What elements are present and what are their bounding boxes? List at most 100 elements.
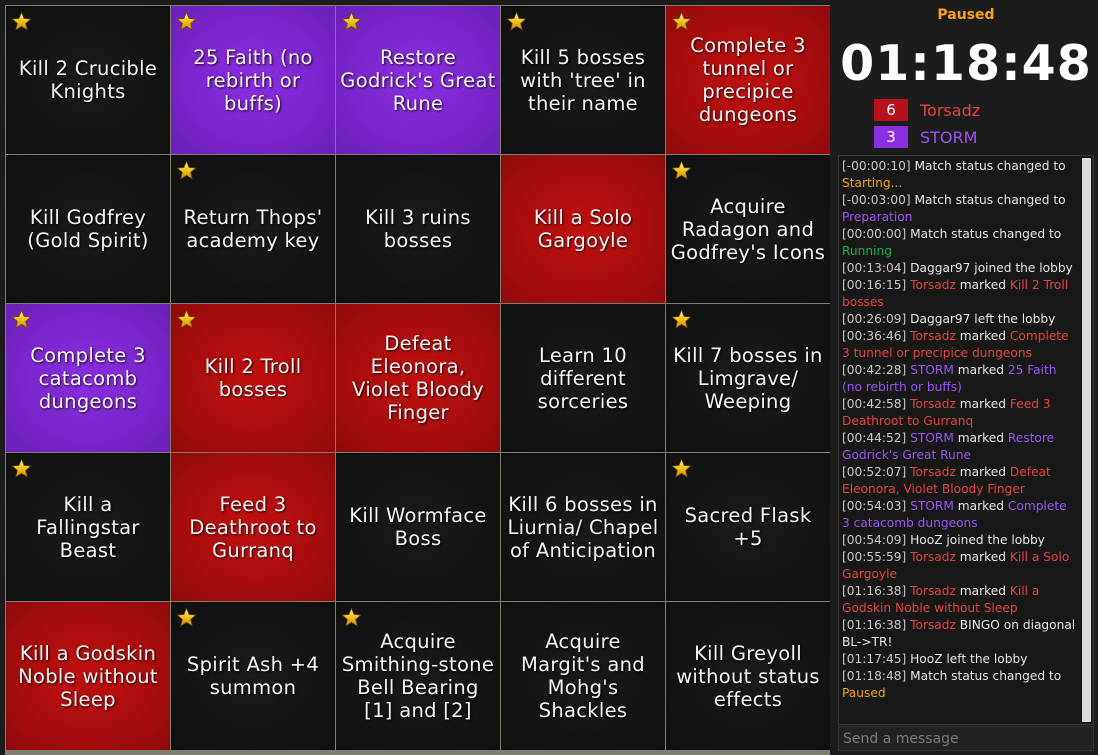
team-name: STORM <box>920 127 978 147</box>
log-text: HooZ joined the lobby <box>906 533 1045 547</box>
bingo-cell[interactable]: Kill 2 Troll bosses <box>171 304 335 452</box>
match-sidebar: Paused 01:18:48 6 Torsadz 3 STORM [-00:0… <box>836 0 1098 753</box>
star-icon <box>176 607 197 628</box>
log-text: marked <box>955 584 1010 598</box>
bingo-cell[interactable]: Acquire Margit's and Mohg's Shackles <box>501 602 665 750</box>
bingo-cell[interactable]: Kill Greyoll without status effects <box>666 602 830 750</box>
log-text: Torsadz <box>906 278 956 292</box>
bingo-cell[interactable]: Kill a Solo Gargoyle <box>501 155 665 303</box>
bingo-cell-label: Spirit Ash +4 summon <box>186 653 320 699</box>
bingo-cell-label: Learn 10 different sorceries <box>537 343 629 413</box>
star-icon <box>11 309 32 330</box>
bingo-cell[interactable]: Spirit Ash +4 summon <box>171 602 335 750</box>
bingo-cell[interactable]: Kill 2 Crucible Knights <box>6 6 170 154</box>
log-text: HooZ left the lobby <box>906 652 1028 666</box>
bingo-cell[interactable]: Learn 10 different sorceries <box>501 304 665 452</box>
bingo-cell[interactable]: Kill 5 bosses with 'tree' in their name <box>501 6 665 154</box>
log-text: STORM <box>906 499 954 513</box>
star-icon <box>341 11 362 32</box>
log-entry: [-00:03:00] Match status changed to Prep… <box>842 192 1078 226</box>
bingo-cell[interactable]: Kill 6 bosses in Liurnia/ Chapel of Anti… <box>501 453 665 601</box>
bingo-cell[interactable]: Defeat Eleonora, Violet Bloody Finger <box>336 304 500 452</box>
bingo-cell[interactable]: Sacred Flask +5 <box>666 453 830 601</box>
team-score: 6 <box>874 99 908 121</box>
log-entry: [00:52:07] Torsadz marked Defeat Eleonor… <box>842 464 1078 498</box>
log-entry: [00:55:59] Torsadz marked Kill a Solo Ga… <box>842 549 1078 583</box>
log-text: marked <box>953 363 1008 377</box>
bingo-cell[interactable]: Return Thops' academy key <box>171 155 335 303</box>
star-icon <box>671 458 692 479</box>
bingo-cell[interactable]: Complete 3 tunnel or precipice dungeons <box>666 6 830 154</box>
log-text: Starting... <box>842 176 903 190</box>
bingo-cell[interactable]: Restore Godrick's Great Rune <box>336 6 500 154</box>
log-entry: [00:42:58] Torsadz marked Feed 3 Deathro… <box>842 396 1078 430</box>
log-timestamp: [00:52:07] <box>842 465 907 479</box>
log-timestamp: [00:16:15] <box>842 278 907 292</box>
bingo-cell[interactable]: Kill Wormface Boss <box>336 453 500 601</box>
log-text: STORM <box>906 431 954 445</box>
bingo-cell[interactable]: Acquire Radagon and Godfrey's Icons <box>666 155 830 303</box>
log-lines: [-00:00:10] Match status changed to Star… <box>842 158 1078 702</box>
log-text: marked <box>955 329 1010 343</box>
log-text: Daggar97 left the lobby <box>906 312 1056 326</box>
team-row-torsadz: 6 Torsadz <box>874 99 980 121</box>
log-text: Torsadz <box>906 465 956 479</box>
bingo-cell[interactable]: Kill Godfrey (Gold Spirit) <box>6 155 170 303</box>
bingo-cell[interactable]: 25 Faith (no rebirth or buffs) <box>171 6 335 154</box>
log-text: Torsadz <box>906 550 956 564</box>
log-timestamp: [00:13:04] <box>842 261 907 275</box>
log-timestamp: [00:54:03] <box>842 499 907 513</box>
star-icon <box>11 11 32 32</box>
log-scrollbar[interactable] <box>1082 158 1091 722</box>
log-timestamp: [00:36:46] <box>842 329 907 343</box>
log-text: Torsadz <box>906 584 956 598</box>
bingo-cell-label: Kill Greyoll without status effects <box>676 641 820 711</box>
log-timestamp: [01:16:38] <box>842 618 907 632</box>
log-entry: [00:54:09] HooZ joined the lobby <box>842 532 1078 549</box>
bingo-cell-label: Restore Godrick's Great Rune <box>340 45 496 115</box>
log-entry: [01:18:48] Match status changed to Pause… <box>842 668 1078 702</box>
bingo-cell[interactable]: Complete 3 catacomb dungeons <box>6 304 170 452</box>
bingo-cell[interactable]: Kill 3 ruins bosses <box>336 155 500 303</box>
log-text: STORM <box>906 363 954 377</box>
log-text: marked <box>955 550 1010 564</box>
log-entry: [00:36:46] Torsadz marked Complete 3 tun… <box>842 328 1078 362</box>
bingo-cell-label: Return Thops' academy key <box>183 206 323 252</box>
log-timestamp: [00:26:09] <box>842 312 907 326</box>
chat-message-input[interactable] <box>838 726 1094 751</box>
star-icon <box>341 607 362 628</box>
log-timestamp: [00:00:00] <box>842 227 907 241</box>
log-text: Preparation <box>842 210 913 224</box>
bingo-cell-label: Kill Wormface Boss <box>349 504 487 550</box>
log-entry: [01:17:45] HooZ left the lobby <box>842 651 1078 668</box>
bingo-cell[interactable]: Kill a Fallingstar Beast <box>6 453 170 601</box>
bingo-cell-label: Kill 7 bosses in Limgrave/ Weeping <box>673 343 823 413</box>
bingo-cell-label: Feed 3 Deathroot to Gurranq <box>189 492 317 562</box>
team-score: 3 <box>874 126 908 148</box>
log-timestamp: [00:54:09] <box>842 533 907 547</box>
bingo-cell-label: Acquire Radagon and Godfrey's Icons <box>670 194 826 264</box>
star-icon <box>11 458 32 479</box>
bingo-cell-label: Defeat Eleonora, Violet Bloody Finger <box>352 332 484 424</box>
bingo-cell-label: Kill a Fallingstar Beast <box>36 492 140 562</box>
log-entry: [00:13:04] Daggar97 joined the lobby <box>842 260 1078 277</box>
team-name: Torsadz <box>920 100 981 120</box>
bingo-cell[interactable]: Acquire Smithing-stone Bell Bearing [1] … <box>336 602 500 750</box>
star-icon <box>176 309 197 330</box>
log-text: Torsadz <box>906 397 956 411</box>
log-timestamp: [01:18:48] <box>842 669 907 683</box>
bingo-cell-label: Kill 2 Crucible Knights <box>18 57 158 103</box>
star-icon <box>671 309 692 330</box>
star-icon <box>176 160 197 181</box>
log-text: Match status changed to <box>906 669 1062 683</box>
bingo-cell[interactable]: Kill 7 bosses in Limgrave/ Weeping <box>666 304 830 452</box>
bingo-cell-label: Kill Godfrey (Gold Spirit) <box>27 206 149 252</box>
bingo-cell-label: Kill 5 bosses with 'tree' in their name <box>520 45 646 115</box>
bingo-cell[interactable]: Kill a Godskin Noble without Sleep <box>6 602 170 750</box>
log-entry: [01:16:38] Torsadz marked Kill a Godskin… <box>842 583 1078 617</box>
bingo-cell[interactable]: Feed 3 Deathroot to Gurranq <box>171 453 335 601</box>
log-text: marked <box>953 431 1008 445</box>
log-entry: [00:16:15] Torsadz marked Kill 2 Troll b… <box>842 277 1078 311</box>
bingo-cell-label: Complete 3 catacomb dungeons <box>30 343 146 413</box>
log-entry: [-00:00:10] Match status changed to Star… <box>842 158 1078 192</box>
